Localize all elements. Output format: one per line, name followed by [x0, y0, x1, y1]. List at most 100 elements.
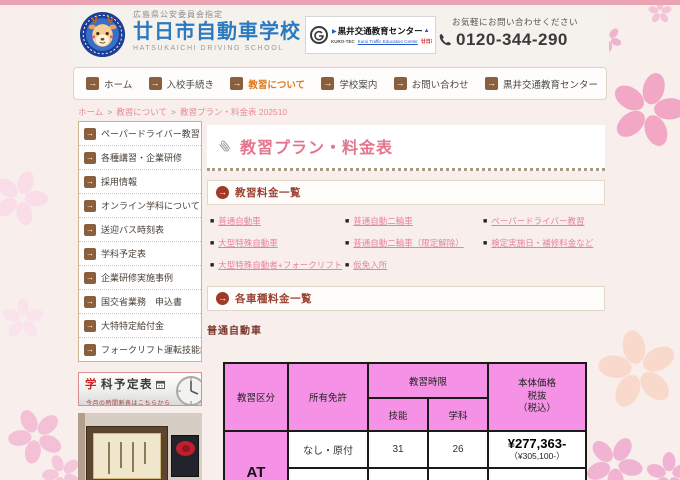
- breadcrumb-training[interactable]: 教習について: [116, 106, 167, 118]
- sidebar-item-schedule[interactable]: → 学科予定表: [79, 242, 201, 266]
- triangle-right-icon: ▶: [332, 28, 337, 35]
- arrow-icon: →: [148, 77, 162, 90]
- bullet-icon: ■: [345, 261, 350, 269]
- arrow-icon: →: [230, 77, 244, 90]
- link-provisional[interactable]: ■ 仮免入所: [345, 259, 483, 271]
- phone-link[interactable]: 0120-344-290: [438, 30, 603, 50]
- cell-price: ¥277,363- （¥305,100-）: [487, 430, 588, 469]
- schedule-banner[interactable]: 学科予定表 今月の時間割表はこちらから: [78, 372, 202, 406]
- school-title-block: 広島県公安委員会指定 廿日市自動車学校 HATSUKAICHI DRIVING …: [133, 9, 301, 52]
- link-paper-driver[interactable]: ■ ペーパードライバー教習: [483, 215, 605, 227]
- arrow-icon: →: [84, 223, 96, 236]
- arrow-icon: →: [484, 77, 498, 90]
- breadcrumb-separator: >: [170, 107, 176, 117]
- arrow-icon: →: [84, 175, 96, 188]
- cell-skill-hours: 31: [367, 430, 429, 469]
- arrow-icon: →: [84, 151, 96, 164]
- schedule-banner-subtitle: 今月の時間割表はこちらから: [86, 401, 171, 406]
- site-header: 広島県公安委員会指定 廿日市自動車学校 HATSUKAICHI DRIVING …: [71, 5, 609, 65]
- nav-item-home[interactable]: → ホーム: [86, 77, 132, 91]
- phone-number: 0120-344-290: [456, 30, 568, 49]
- link-large-special-forklift[interactable]: ■ 大型特殊自動者+フォークリフト: [210, 259, 345, 271]
- main-content: 教習プラン・料金表 → 教習料金一覧 ■ 普通自動車 ■ 普通自動二輪車 ■ ペーパー…: [207, 121, 605, 480]
- sidebar-item-recruit[interactable]: → 採用情報: [79, 170, 201, 194]
- arrow-icon: →: [321, 77, 335, 90]
- cell-category-at: AT: [223, 430, 289, 480]
- section-training-fees: → 教習料金一覧: [207, 180, 605, 205]
- link-motorcycle-unlimited[interactable]: ■ 普通自動二輪車（限定解除）: [345, 237, 483, 249]
- arrow-icon: →: [393, 77, 407, 90]
- nav-item-kurotec[interactable]: → 黒井交通教育センター: [484, 77, 598, 91]
- sidebar-item-bus[interactable]: → 送迎バス時刻表: [79, 218, 201, 242]
- cell-license: なし・原付: [287, 430, 369, 469]
- school-logo-icon: [79, 11, 126, 58]
- arrow-icon: →: [84, 127, 96, 140]
- link-motorcycle[interactable]: ■ 普通自動二輪車: [345, 215, 483, 227]
- nav-item-training[interactable]: → 教習について: [230, 77, 305, 91]
- col-header-license: 所有免許: [287, 362, 369, 432]
- global-nav: → ホーム → 入校手続き → 教習について → 学校案内 → お問い合わせ → 黒井交通教…: [73, 67, 607, 100]
- kurotec-banner[interactable]: ▶ 黒井交通教育センター ▲ KURO-TEC Kuroi Traffic Educ…: [305, 16, 436, 54]
- bullet-icon: ■: [345, 217, 350, 225]
- schedule-banner-title: 学科予定表: [79, 373, 201, 392]
- triangle-up-icon: ▲: [423, 28, 430, 34]
- arrow-icon: →: [84, 199, 96, 212]
- sakura-flower: [0, 171, 48, 226]
- arrow-icon: →: [84, 271, 96, 284]
- school-logo[interactable]: [79, 11, 126, 58]
- page-title: 教習プラン・料金表: [240, 140, 394, 157]
- arrow-icon: →: [84, 343, 96, 356]
- cell-price: ¥227,363-: [487, 467, 588, 480]
- sidebar-item-case-studies[interactable]: → 企業研修実施事例: [79, 266, 201, 290]
- sidebar-item-courses[interactable]: → 各種講習・企業研修: [79, 146, 201, 170]
- arrow-icon: →: [84, 319, 96, 332]
- price-table: 教習区分 所有免許 教習時限 本体価格 税抜 （税込） 技能 学科 AT なし・…: [223, 362, 588, 480]
- sidebar-item-mlit-form[interactable]: → 国交省業務 申込書: [79, 290, 201, 314]
- arrow-icon: →: [84, 247, 96, 260]
- kurotec-en: Kuroi Traffic Education Center: [357, 39, 418, 44]
- paperclip-icon: [219, 140, 230, 152]
- designation-text: 広島県公安委員会指定: [133, 10, 223, 19]
- calendar-icon: [156, 380, 165, 389]
- fee-links: ■ 普通自動車 ■ 普通自動二輪車 ■ ペーパードライバー教習 ■ 大型特殊自動車 ■ 普…: [207, 215, 605, 271]
- contact-block: お気軽にお問い合わせください 0120-344-290: [438, 16, 603, 50]
- sidebar-item-paper-driver[interactable]: → ペーパードライバー教習: [79, 122, 201, 146]
- col-header-category: 教習区分: [223, 362, 289, 432]
- kurotec-abbr: KURO-TEC: [331, 39, 355, 44]
- kurotec-school: 廿日市校: [420, 39, 432, 45]
- bullet-icon: ■: [210, 261, 215, 269]
- bullet-icon: ■: [483, 239, 488, 247]
- cell-academic-hours: [426, 467, 490, 480]
- sidebar-item-subsidy[interactable]: → 大特特定給付金: [79, 314, 201, 338]
- page-title-box: 教習プラン・料金表: [207, 125, 605, 171]
- nav-item-school-guide[interactable]: → 学校案内: [321, 77, 377, 91]
- contact-note: お気軽にお問い合わせください: [452, 17, 579, 27]
- cell-skill-hours: [367, 467, 429, 480]
- breadcrumb: ホーム > 教習について > 教習プラン・料金表 202510: [78, 106, 287, 118]
- bullet-icon: ■: [210, 217, 215, 225]
- vehicle-type-label: 普通自動車: [207, 326, 262, 337]
- link-regular-car[interactable]: ■ 普通自動車: [210, 215, 345, 227]
- col-header-academic: 学科: [426, 397, 490, 432]
- cell-academic-hours: 26: [426, 430, 490, 469]
- kurotec-title: ▶ 黒井交通教育センター ▲: [332, 26, 430, 36]
- sakura-flower: [646, 452, 680, 480]
- school-name[interactable]: 廿日市自動車学校: [133, 20, 301, 45]
- circle-arrow-icon: →: [216, 186, 229, 199]
- link-large-special[interactable]: ■ 大型特殊自動車: [210, 237, 345, 249]
- phone-icon: [439, 34, 451, 46]
- col-header-price: 本体価格 税抜 （税込）: [487, 362, 588, 432]
- breadcrumb-separator: >: [107, 107, 113, 117]
- sidebar-item-forklift[interactable]: →フォークリフト運転技能講習: [79, 338, 201, 361]
- certificate-frame: [86, 426, 168, 480]
- nav-item-enrollment[interactable]: → 入校手続き: [148, 77, 214, 91]
- link-exam-days[interactable]: ■ 検定実施日・補修料金など: [483, 237, 605, 249]
- breadcrumb-home[interactable]: ホーム: [78, 106, 103, 118]
- table-row: AT なし・原付 31 26 ¥277,363- （¥305,100-）: [223, 430, 588, 480]
- sidebar-item-online[interactable]: → オンライン学科について: [79, 194, 201, 218]
- col-header-hours: 教習時限: [366, 362, 490, 399]
- breadcrumb-current: 教習プラン・料金表 202510: [179, 107, 288, 117]
- sakura-flower: [2, 298, 44, 337]
- sidebar-menu: → ペーパードライバー教習 → 各種講習・企業研修 → 採用情報 → オンライン学科につ…: [78, 121, 202, 362]
- nav-item-contact[interactable]: → お問い合わせ: [393, 77, 469, 91]
